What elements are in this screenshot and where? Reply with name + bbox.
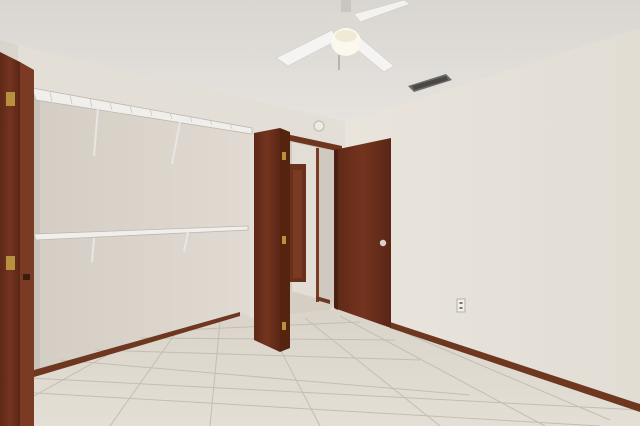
door-knob-icon [379,239,387,247]
wall-sensor-icon [313,120,325,132]
wall-outlet-icon [456,298,466,313]
bifold-closet-door [254,128,290,352]
bedroom-photo [0,0,640,426]
left-closet-door [0,52,34,426]
bedroom-door [334,138,391,328]
